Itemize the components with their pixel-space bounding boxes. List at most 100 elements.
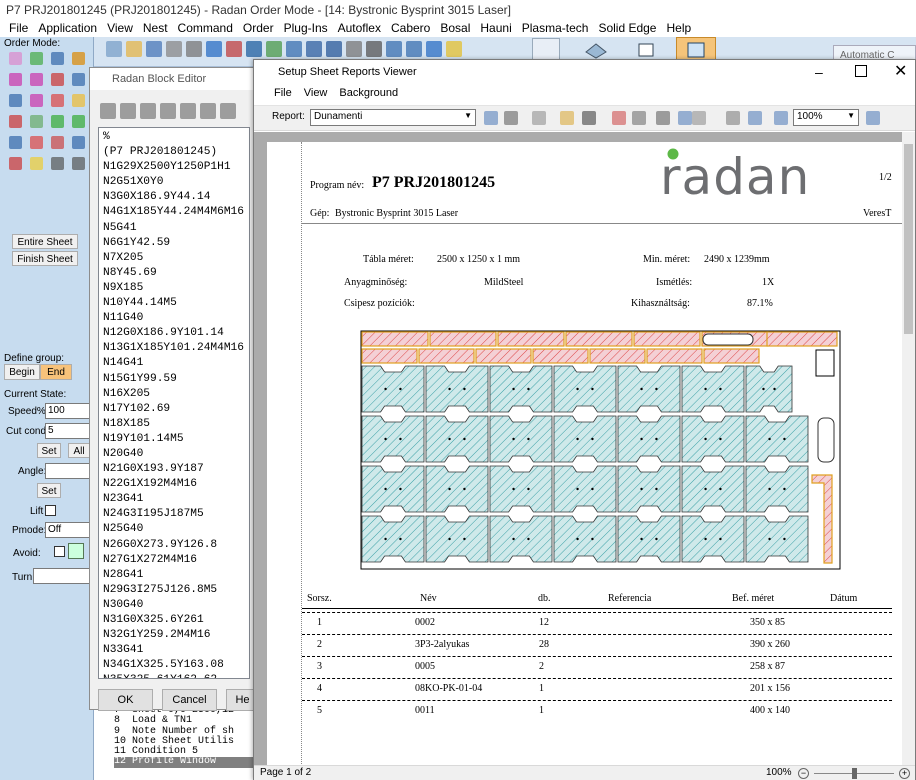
viewer-tool-icon[interactable] (532, 111, 546, 125)
report-canvas[interactable]: Program név: P7 PRJ201801245 1/2 radan G… (254, 132, 902, 765)
viewer-tool-icon[interactable] (582, 111, 596, 125)
mode-tool-icon[interactable] (30, 73, 43, 86)
mode-tool-icon[interactable] (51, 94, 64, 107)
toolbar-icon[interactable] (306, 41, 322, 57)
zoom-in-button[interactable]: + (899, 768, 910, 779)
mode-tool-icon[interactable] (9, 94, 22, 107)
viewer-tool-icon[interactable] (774, 111, 788, 125)
mode-tool-icon[interactable] (30, 136, 43, 149)
toolbar-icon[interactable] (386, 41, 402, 57)
cad-list-item[interactable]: 12 Profile Window (114, 757, 260, 768)
main-menu-item[interactable]: Command (173, 19, 238, 37)
toolbar-icon[interactable] (146, 41, 162, 57)
mode-tool-icon[interactable] (72, 94, 85, 107)
mode-tool-icon[interactable] (9, 52, 22, 65)
finish-sheet-button[interactable]: Finish Sheet (12, 251, 78, 266)
scrollbar-thumb[interactable] (904, 144, 913, 334)
zoom-select[interactable]: 100% ▼ (793, 109, 859, 126)
toolbar-icon[interactable] (246, 41, 262, 57)
toolbar-icon[interactable] (226, 41, 242, 57)
viewer-tool-icon[interactable] (504, 111, 518, 125)
toolbar-icon[interactable] (446, 41, 462, 57)
viewer-tool-icon[interactable] (632, 111, 646, 125)
entire-sheet-button[interactable]: Entire Sheet (12, 234, 78, 249)
maximize-button[interactable] (855, 65, 867, 77)
viewer-menu-item[interactable]: Background (333, 85, 404, 104)
speed-input[interactable]: 100 (45, 403, 91, 419)
mode-tool-icon[interactable] (72, 157, 85, 170)
avoid-checkbox[interactable] (54, 546, 65, 557)
editor-tool-icon[interactable] (140, 103, 156, 119)
ok-button[interactable]: OK (98, 689, 153, 711)
set-button[interactable]: Set (37, 443, 61, 458)
main-menu-item[interactable]: Autoflex (333, 19, 386, 37)
toolbar-icon[interactable] (286, 41, 302, 57)
pmode-select[interactable]: Off (45, 522, 91, 538)
toolbar-icon[interactable] (366, 41, 382, 57)
viewer-menu-item[interactable]: File (268, 85, 298, 104)
end-button[interactable]: End (40, 364, 72, 380)
mode-tool-icon[interactable] (51, 136, 64, 149)
all-button[interactable]: All (68, 443, 90, 458)
main-menu-item[interactable]: Plug-Ins (279, 19, 333, 37)
mode-tool-icon[interactable] (30, 115, 43, 128)
mode-tool-icon[interactable] (30, 94, 43, 107)
viewer-tool-icon[interactable] (748, 111, 762, 125)
viewer-tool-icon[interactable] (726, 111, 740, 125)
main-menu-item[interactable]: Nest (138, 19, 173, 37)
editor-tool-icon[interactable] (220, 103, 236, 119)
editor-tool-icon[interactable] (180, 103, 196, 119)
mode-tool-icon[interactable] (72, 52, 85, 65)
mode-tool-icon[interactable] (51, 115, 64, 128)
cancel-button[interactable]: Cancel (162, 689, 217, 711)
mode-tool-icon[interactable] (72, 136, 85, 149)
toolbar-icon[interactable] (326, 41, 342, 57)
minimize-button[interactable]: – (815, 64, 831, 80)
main-menu-item[interactable]: Cabero (386, 19, 435, 37)
lift-checkbox[interactable] (45, 505, 56, 516)
mode-tool-icon[interactable] (72, 115, 85, 128)
viewer-tool-icon[interactable] (484, 111, 498, 125)
viewer-tool-icon[interactable] (612, 111, 626, 125)
toolbar-icon[interactable] (126, 41, 142, 57)
main-menu-item[interactable]: Bosal (435, 19, 475, 37)
viewer-tool-icon[interactable] (560, 111, 574, 125)
viewer-menu-item[interactable]: View (298, 85, 334, 104)
turn-input[interactable] (33, 568, 91, 584)
main-menu-item[interactable]: Application (33, 19, 102, 37)
viewer-tool-icon[interactable] (692, 111, 706, 125)
mode-tool-icon[interactable] (30, 52, 43, 65)
toolbar-icon[interactable] (266, 41, 282, 57)
mode-tool-icon[interactable] (9, 73, 22, 86)
toolbar-icon[interactable] (206, 41, 222, 57)
report-select[interactable]: Dunamenti ▼ (310, 109, 476, 126)
angle-input[interactable] (45, 463, 91, 479)
mode-tool-icon[interactable] (51, 73, 64, 86)
mode-tool-icon[interactable] (9, 115, 22, 128)
toolbar-icon[interactable] (106, 41, 122, 57)
toolbar-icon[interactable] (426, 41, 442, 57)
mode-tool-icon[interactable] (51, 52, 64, 65)
viewer-tool-icon[interactable] (656, 111, 670, 125)
cut-cond-input[interactable]: 5 (45, 423, 91, 439)
mode-tool-icon[interactable] (9, 157, 22, 170)
main-menu-item[interactable]: Plasma-tech (517, 19, 594, 37)
editor-tool-icon[interactable] (100, 103, 116, 119)
mode-tool-icon[interactable] (30, 157, 43, 170)
main-menu-item[interactable]: View (102, 19, 138, 37)
editor-tool-icon[interactable] (200, 103, 216, 119)
main-menu-item[interactable]: Solid Edge (593, 19, 661, 37)
nc-code-editor[interactable]: % (P7 PRJ201801245) N1G29X2500Y1250P1H1 N2G… (98, 127, 250, 679)
main-menu-item[interactable]: Order (238, 19, 279, 37)
mode-tool-icon[interactable] (9, 136, 22, 149)
toolbar-icon[interactable] (406, 41, 422, 57)
close-button[interactable]: ✕ (894, 61, 910, 80)
main-menu-item[interactable]: Hauni (475, 19, 516, 37)
mode-tool-icon[interactable] (72, 73, 85, 86)
viewer-tool-icon[interactable] (678, 111, 692, 125)
begin-button[interactable]: Begin (4, 364, 40, 380)
editor-tool-icon[interactable] (120, 103, 136, 119)
avoid-icon[interactable] (68, 543, 84, 559)
editor-tool-icon[interactable] (160, 103, 176, 119)
mode-tool-icon[interactable] (51, 157, 64, 170)
